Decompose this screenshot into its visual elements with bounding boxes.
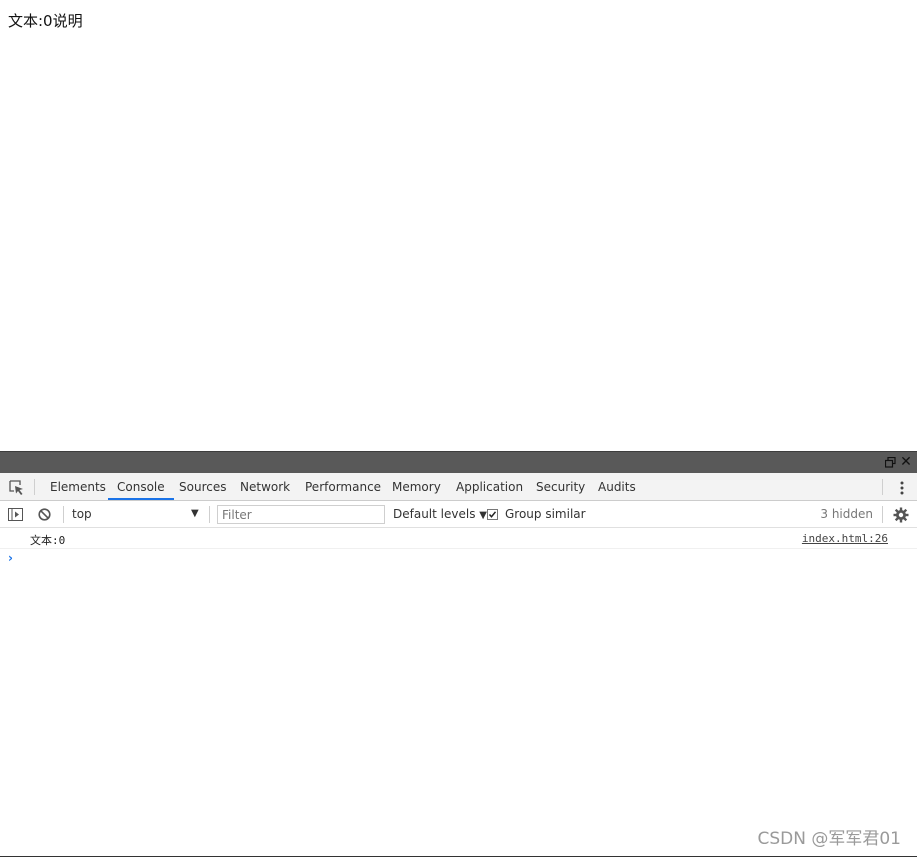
devtools-tabbar: Elements Console Sources Network Perform… — [0, 473, 917, 501]
sidebar-toggle-icon[interactable] — [8, 508, 23, 521]
filter-input[interactable] — [217, 505, 385, 524]
devtools-panel: ✕ Elements Console Sources Network Perfo… — [0, 451, 917, 857]
close-icon[interactable]: ✕ — [899, 454, 913, 470]
tab-security[interactable]: Security — [536, 473, 585, 500]
console-toolbar: top ▼ Default levels ▼ Group similar 3 h… — [0, 501, 917, 528]
context-selector[interactable]: top — [72, 507, 204, 523]
toolbar-divider — [63, 506, 64, 523]
toolbar-divider — [209, 506, 210, 523]
chevron-down-icon: ▼ — [479, 510, 487, 521]
more-vertical-icon[interactable] — [899, 480, 905, 496]
console-message-text: 文本:0 — [30, 534, 66, 547]
tab-network[interactable]: Network — [240, 473, 290, 500]
restore-window-icon[interactable] — [885, 457, 896, 468]
toolbar-divider — [34, 479, 35, 495]
group-similar-checkbox[interactable] — [487, 509, 498, 520]
console-message-source-link[interactable]: index.html:26 — [802, 532, 888, 545]
hidden-count: 3 hidden — [820, 507, 873, 521]
tab-performance[interactable]: Performance — [305, 473, 381, 500]
devtools-titlebar: ✕ — [0, 451, 917, 473]
tab-sources[interactable]: Sources — [179, 473, 226, 500]
clear-console-icon[interactable] — [38, 508, 51, 521]
gear-icon[interactable] — [893, 507, 909, 523]
toolbar-divider — [882, 506, 883, 523]
group-similar-label: Group similar — [505, 507, 586, 521]
tab-elements[interactable]: Elements — [50, 473, 106, 500]
console-prompt[interactable]: › — [8, 551, 13, 565]
chevron-down-icon[interactable]: ▼ — [191, 508, 199, 519]
toolbar-divider — [882, 479, 883, 495]
tab-audits[interactable]: Audits — [598, 473, 636, 500]
log-levels-dropdown[interactable]: Default levels ▼ — [393, 507, 487, 521]
log-levels-label: Default levels — [393, 507, 476, 521]
console-message: 文本:0 index.html:26 — [0, 529, 917, 549]
watermark: CSDN @军军君01 — [757, 829, 901, 849]
tab-application[interactable]: Application — [456, 473, 523, 500]
inspect-element-icon[interactable] — [8, 479, 26, 497]
page-text: 文本:0说明 — [8, 12, 83, 30]
tab-console[interactable]: Console — [108, 473, 174, 500]
tab-memory[interactable]: Memory — [392, 473, 441, 500]
page-content: 文本:0说明 — [0, 0, 917, 451]
